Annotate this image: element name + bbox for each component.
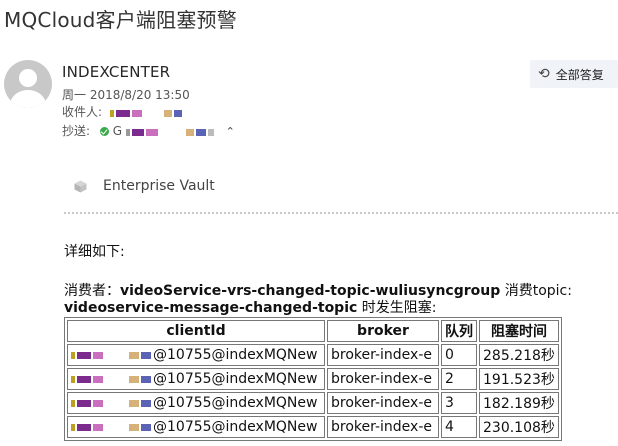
- cc-recipient-redacted[interactable]: [125, 125, 216, 139]
- header-clientid: clientId: [67, 320, 325, 342]
- to-label: 收件人:: [62, 105, 103, 119]
- table-header-row: clientId broker 队列 阻塞时间: [67, 320, 559, 342]
- queue-cell: 0: [441, 344, 477, 366]
- broker-cell: broker-index-e: [327, 344, 439, 366]
- queue-cell: 2: [441, 368, 477, 390]
- block-time-cell: 230.108秒: [479, 416, 559, 438]
- to-recipient-redacted[interactable]: [106, 106, 184, 120]
- broker-text: broker-index-e: [331, 419, 433, 435]
- broker-text: broker-index-e: [331, 347, 433, 363]
- enterprise-vault-bar: Enterprise Vault: [74, 178, 215, 194]
- broker-cell: broker-index-e: [327, 368, 439, 390]
- sender-name[interactable]: INDEXCENTER: [62, 63, 170, 81]
- avatar-head: [19, 69, 37, 87]
- client-id-redacted: [71, 371, 153, 387]
- to-row: 收件人:: [62, 103, 184, 120]
- table-row: @10755@indexMQNew broker-index-e 0 285.2…: [67, 344, 559, 366]
- sender-avatar: [4, 60, 52, 108]
- header-queue: 队列: [441, 320, 477, 342]
- broker-cell: broker-index-e: [327, 416, 439, 438]
- client-id-cell: @10755@indexMQNew: [67, 368, 325, 390]
- vault-label: Enterprise Vault: [103, 178, 215, 194]
- client-id-redacted: [71, 419, 153, 435]
- reply-all-icon: ⟲: [538, 66, 550, 82]
- broker-text: broker-index-e: [331, 395, 433, 411]
- verified-check-icon: [99, 127, 109, 136]
- queue-cell: 3: [441, 392, 477, 414]
- queue-cell: 4: [441, 416, 477, 438]
- cc-row: 抄送: G ⌃: [62, 122, 235, 139]
- header-block-time: 阻塞时间: [479, 320, 559, 342]
- block-time-cell: 285.218秒: [479, 344, 559, 366]
- reply-all-button[interactable]: ⟲ 全部答复: [530, 60, 618, 88]
- broker-cell: broker-index-e: [327, 392, 439, 414]
- reply-all-label: 全部答复: [555, 67, 604, 82]
- client-id-redacted: [71, 347, 153, 363]
- table-row: @10755@indexMQNew broker-index-e 4 230.1…: [67, 416, 559, 438]
- avatar-body: [10, 90, 46, 108]
- body-intro: 详细如下:: [64, 244, 125, 260]
- cc-recipient-text[interactable]: G: [113, 124, 122, 138]
- client-id-suffix: @10755@indexMQNew: [153, 395, 318, 411]
- client-id-cell: @10755@indexMQNew: [67, 416, 325, 438]
- client-id-suffix: @10755@indexMQNew: [153, 371, 318, 387]
- sent-date: 周一 2018/8/20 13:50: [62, 88, 190, 102]
- client-id-cell: @10755@indexMQNew: [67, 344, 325, 366]
- table-row: @10755@indexMQNew broker-index-e 2 191.5…: [67, 368, 559, 390]
- topic-name: videoservice-message-changed-topic: [64, 300, 358, 316]
- header-broker: broker: [327, 320, 439, 342]
- collapse-chevron-up-icon[interactable]: ⌃: [226, 125, 235, 138]
- vault-cube-icon: [74, 180, 87, 192]
- dotted-divider: [64, 212, 618, 214]
- table-row: @10755@indexMQNew broker-index-e 3 182.1…: [67, 392, 559, 414]
- client-id-cell: @10755@indexMQNew: [67, 392, 325, 414]
- client-id-suffix: @10755@indexMQNew: [153, 419, 318, 435]
- broker-text: broker-index-e: [331, 371, 433, 387]
- blocking-table: clientId broker 队列 阻塞时间 @10755@indexMQNe…: [64, 317, 562, 441]
- cc-label: 抄送:: [62, 124, 91, 138]
- topic-line: videoservice-message-changed-topic 时发生阻塞…: [64, 297, 436, 317]
- topic-label: 消费topic:: [500, 283, 572, 299]
- client-id-redacted: [71, 395, 153, 411]
- block-time-cell: 191.523秒: [479, 368, 559, 390]
- block-time-cell: 182.189秒: [479, 392, 559, 414]
- blocked-suffix: 时发生阻塞:: [357, 300, 437, 316]
- email-subject: MQCloud客户端阻塞预警: [4, 8, 237, 32]
- client-id-suffix: @10755@indexMQNew: [153, 347, 318, 363]
